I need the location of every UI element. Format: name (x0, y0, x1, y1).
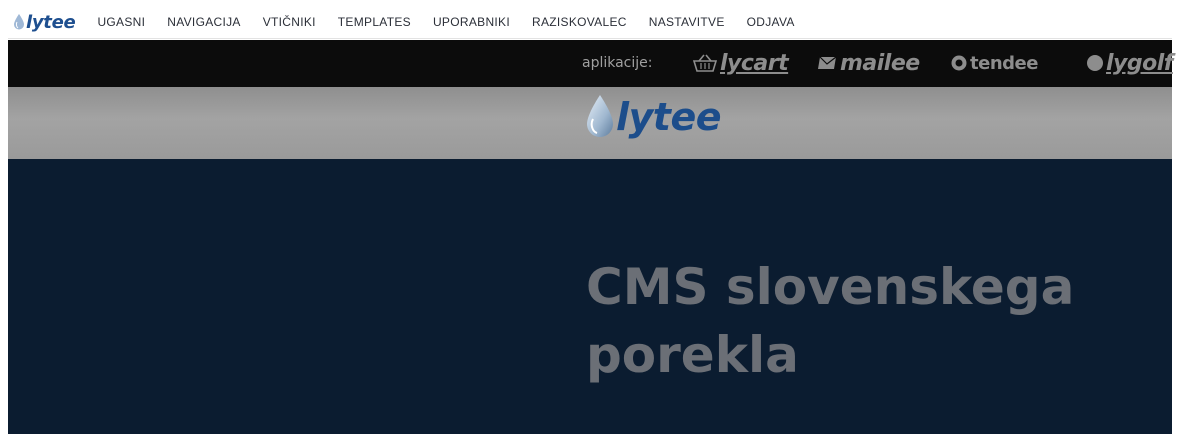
apps-label: aplikacije: (582, 55, 653, 71)
hero-section: CMS slovenskega porekla (8, 159, 1172, 434)
nav-navigacija[interactable]: NAVIGACIJA (167, 15, 240, 29)
hero-headline: CMS slovenskega porekla (586, 258, 1075, 384)
nav-templates[interactable]: TEMPLATES (338, 15, 411, 29)
nav-vticniki[interactable]: VTIČNIKI (263, 15, 316, 29)
app-mailee-link[interactable]: mailee (816, 48, 920, 78)
app-lycart-link[interactable]: lycart (692, 48, 789, 78)
app-tendee-name: tendee (970, 52, 1038, 74)
basket-icon (692, 54, 718, 72)
admin-bar: lytee UGASNI NAVIGACIJA VTIČNIKI TEMPLAT… (8, 6, 1172, 39)
water-drop-icon (14, 14, 24, 30)
water-drop-icon (587, 95, 613, 137)
circle-icon (951, 55, 967, 71)
app-lycart-name: lycart (720, 50, 789, 76)
admin-logo[interactable]: lytee (14, 11, 76, 33)
admin-logo-text: lytee (26, 11, 76, 33)
admin-nav: UGASNI NAVIGACIJA VTIČNIKI TEMPLATES UPO… (97, 15, 816, 29)
site-logo[interactable]: lytee (586, 95, 722, 139)
nav-ugasni[interactable]: UGASNI (97, 15, 145, 29)
site-header: lytee (8, 87, 1172, 159)
nav-nastavitve[interactable]: NASTAVITVE (649, 15, 725, 29)
page: lytee UGASNI NAVIGACIJA VTIČNIKI TEMPLAT… (0, 0, 1180, 434)
nav-odjava[interactable]: ODJAVA (747, 15, 795, 29)
golf-ball-icon (1087, 55, 1103, 71)
nav-raziskovalec[interactable]: RAZISKOVALEC (532, 15, 627, 29)
apps-bar: aplikacije: lycart mailee tendee lygolf (8, 40, 1173, 87)
envelope-icon (818, 56, 837, 69)
nav-uporabniki[interactable]: UPORABNIKI (433, 15, 510, 29)
site-logo-text: lytee (616, 95, 722, 139)
app-tendee-link[interactable]: tendee (950, 48, 1038, 78)
app-lygolf-name: lygolf (1106, 50, 1173, 76)
app-lygolf-link[interactable]: lygolf (1086, 48, 1173, 78)
app-mailee-name: mailee (840, 50, 920, 76)
